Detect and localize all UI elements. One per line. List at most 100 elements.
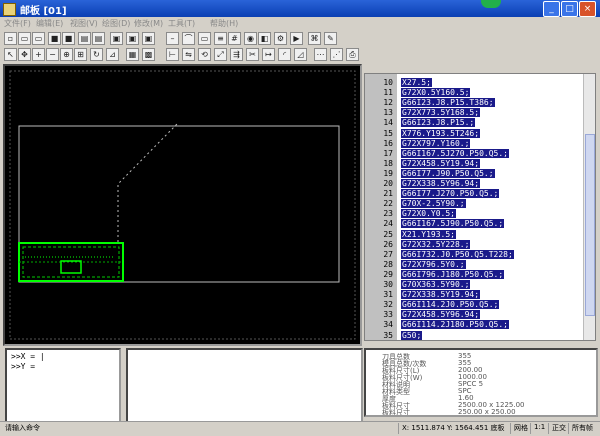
maximize-button[interactable]: □ (561, 1, 578, 17)
close-button[interactable]: × (579, 1, 596, 17)
status-scale[interactable]: 1:1 (530, 423, 545, 434)
code-line[interactable]: 22 G70X-2.5Y90.; (367, 199, 466, 209)
print-preview-icon[interactable]: ▤ (92, 32, 105, 45)
line-text[interactable]: G70X363.5Y90.; (401, 280, 471, 289)
line-text[interactable]: G70X-2.5Y90.; (401, 199, 466, 209)
arc-tool-icon[interactable]: ⌒ (182, 32, 195, 45)
code-line[interactable]: 27 G66I732.J0.P50.Q5.T228; (367, 249, 514, 260)
measure-icon[interactable]: ⊿ (106, 48, 119, 61)
code-line[interactable]: 28 G72X796.5Y0.; (367, 259, 466, 270)
code-line[interactable]: 32 G66I114.2J0.P50.Q5.; (367, 300, 500, 310)
line-text[interactable]: G72X773.5Y168.5; (401, 108, 481, 118)
extend-icon[interactable]: ↦ (262, 48, 275, 61)
new-file-icon[interactable]: ▫ (4, 32, 17, 45)
line-text[interactable]: X21.Y193.5; (401, 229, 456, 239)
code-line[interactable]: 15 X776.Y193.5T246; (367, 128, 481, 139)
chamfer-icon[interactable]: ◿ (294, 48, 307, 61)
line-text[interactable]: G66I77.J270.P50.Q5.; (401, 189, 500, 199)
code-line[interactable]: 10 X27.5; (367, 78, 432, 88)
copy-icon[interactable]: ▣ (126, 32, 139, 45)
line-tool-icon[interactable]: – (166, 32, 179, 45)
code-line[interactable]: 35 G50; (367, 330, 423, 341)
nest-icon[interactable]: ◧ (258, 32, 271, 45)
output-icon[interactable]: ⎙ (346, 48, 359, 61)
line-text[interactable]: G50; (401, 330, 423, 340)
line-text[interactable]: G66I796.J180.P50.Q5.; (401, 269, 505, 279)
menu-edit[interactable]: 编辑(E) (36, 18, 63, 29)
cnc-icon[interactable]: ⌘ (308, 32, 321, 45)
layer-off-icon[interactable]: ▩ (142, 48, 155, 61)
save-icon[interactable]: ■ (48, 32, 61, 45)
line-text[interactable]: G66I167.5J270.P50.Q5.; (401, 148, 509, 158)
zoom-all-icon[interactable]: ⊞ (74, 48, 87, 61)
wrench-icon[interactable]: ✎ (324, 32, 337, 45)
punch-path-icon[interactable]: ⋯ (314, 48, 327, 61)
code-line[interactable]: 34 G66I114.2J180.P50.Q5.; (367, 320, 509, 330)
code-line[interactable]: 25 X21.Y193.5; (367, 229, 456, 240)
command-y[interactable]: >>Y = (11, 362, 35, 371)
code-line[interactable]: 11 G72X0.5Y160.5; (367, 88, 471, 98)
simulate-icon[interactable]: ▶ (290, 32, 303, 45)
code-line[interactable]: 33 G72X458.5Y96.94; (367, 310, 481, 320)
line-text[interactable]: G66I114.2J0.P50.Q5.; (401, 300, 500, 310)
line-text[interactable]: G72X338.5Y96.94; (401, 179, 481, 188)
align-icon[interactable]: ⊢ (166, 48, 179, 61)
zoom-out-icon[interactable]: − (46, 48, 59, 61)
redraw-icon[interactable]: ↻ (90, 48, 103, 61)
code-line[interactable]: 31 G72X338.5Y19.94; (367, 290, 481, 300)
code-line[interactable]: 29 G66I796.J180.P50.Q5.; (367, 269, 505, 280)
code-line[interactable]: 16 G72X797.Y160.; (367, 138, 471, 149)
menu-tools[interactable]: 工具(T) (168, 18, 195, 29)
line-text[interactable]: X776.Y193.5T246; (401, 128, 481, 138)
code-line[interactable]: 19 G66I77.J90.P50.Q5.; (367, 168, 495, 179)
save-as-icon[interactable]: ■ (62, 32, 75, 45)
rect-tool-icon[interactable]: ▭ (198, 32, 211, 45)
menu-draw[interactable]: 绘图(D) (102, 18, 130, 29)
fillet-icon[interactable]: ◜ (278, 48, 291, 61)
code-line[interactable]: 14 G66I23.J8.P15.; (367, 118, 476, 128)
menu-help[interactable]: 帮助(H) (210, 18, 238, 29)
print-icon[interactable]: ▤ (78, 32, 91, 45)
line-text[interactable]: G66I114.2J180.P50.Q5.; (401, 320, 509, 330)
open-recent-icon[interactable]: ▭ (32, 32, 45, 45)
code-line[interactable]: 17 G66I167.5J270.P50.Q5.; (367, 148, 509, 159)
zoom-in-icon[interactable]: + (32, 48, 45, 61)
code-line[interactable]: 21 G66I77.J270.P50.Q5.; (367, 189, 500, 199)
status-snap[interactable]: 网格 (510, 423, 528, 434)
offset-icon[interactable]: ⇶ (230, 48, 243, 61)
tool-path-icon[interactable]: ⋰ (330, 48, 343, 61)
code-line[interactable]: 23 G72X0.Y0.5; (367, 209, 456, 219)
line-text[interactable]: G72X458.5Y19.94; (401, 158, 481, 168)
line-text[interactable]: G72X0.Y0.5; (401, 209, 456, 219)
paste-icon[interactable]: ▣ (142, 32, 155, 45)
grid-icon[interactable]: # (228, 32, 241, 45)
code-line[interactable]: 12 G66I23.J8.P15.T386; (367, 98, 495, 108)
line-text[interactable]: G66I23.J8.P15.; (401, 118, 476, 128)
menu-view[interactable]: 视图(V) (70, 18, 98, 29)
open-folder-icon[interactable]: ▭ (18, 32, 31, 45)
code-line[interactable]: 13 G72X773.5Y168.5; (367, 108, 481, 118)
command-x[interactable]: >>X = | (11, 352, 45, 361)
code-line[interactable]: 24 G66I167.5J90.P50.Q5.; (367, 219, 505, 229)
vertical-scrollbar[interactable] (583, 74, 595, 340)
status-angle[interactable]: 正交 (548, 423, 566, 434)
layer-on-icon[interactable]: ▦ (126, 48, 139, 61)
cut-icon[interactable]: ▣ (110, 32, 123, 45)
mirror-icon[interactable]: ⇋ (182, 48, 195, 61)
line-text[interactable]: X27.5; (401, 78, 432, 87)
cad-canvas[interactable] (3, 64, 362, 346)
select-icon[interactable]: ↖ (4, 48, 17, 61)
line-text[interactable]: G66I23.J8.P15.T386; (401, 98, 495, 108)
scale-icon[interactable]: ⤢ (214, 48, 227, 61)
line-text[interactable]: G72X32.5Y228.; (401, 239, 471, 249)
line-text[interactable]: G72X458.5Y96.94; (401, 310, 481, 320)
line-text[interactable]: G72X338.5Y19.94; (401, 290, 481, 300)
menu-modify[interactable]: 修改(M) (134, 18, 163, 29)
zoom-window-icon[interactable]: ⊕ (60, 48, 73, 61)
layer-icon[interactable]: ≡ (214, 32, 227, 45)
rotate-icon[interactable]: ⟲ (198, 48, 211, 61)
code-line[interactable]: 18 G72X458.5Y19.94; (367, 158, 481, 169)
code-line[interactable]: 26 G72X32.5Y228.; (367, 239, 471, 250)
punch-icon[interactable]: ◉ (244, 32, 257, 45)
line-text[interactable]: G72X797.Y160.; (401, 138, 471, 148)
